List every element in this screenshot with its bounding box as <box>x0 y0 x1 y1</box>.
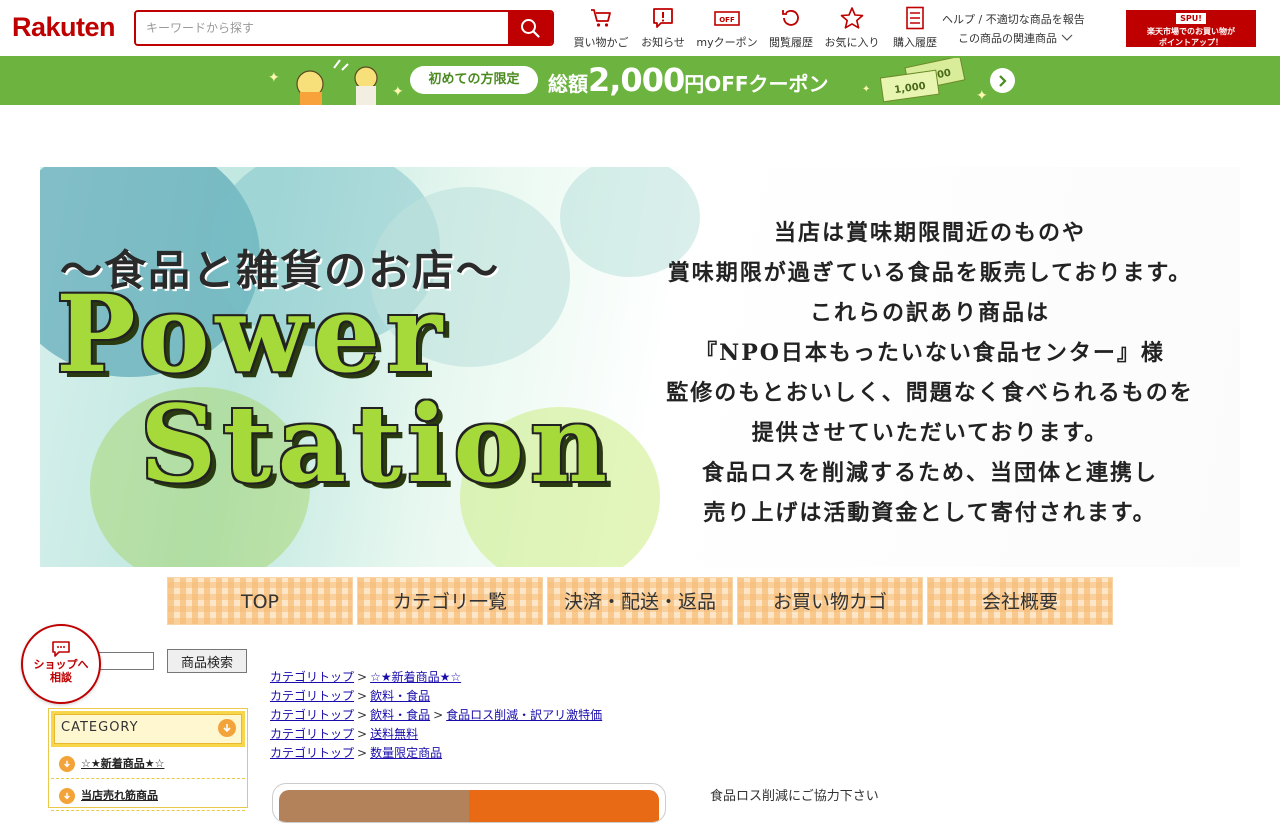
breadcrumbs: カテゴリトップ > ☆★新着商品★☆ カテゴリトップ > 飲料・食品 カテゴリトップ > 飲… <box>270 668 602 763</box>
breadcrumb: カテゴリトップ > 数量限定商品 <box>270 746 443 760</box>
help-links: ヘルプ / 不適切な商品を報告 この商品の関連商品 <box>942 10 1085 48</box>
banner-desc-line: これらの訳あり商品は <box>809 300 1050 326</box>
chat-label-line2: 相談 <box>50 671 72 684</box>
shop-nav-cart[interactable]: お買い物カゴ <box>737 577 923 625</box>
spu-line1: 楽天市場でのお買い物が <box>1147 27 1235 36</box>
banner-desc-line: 提供させていただいております。 <box>751 420 1109 446</box>
spu-line2: ポイントアップ！ <box>1159 38 1223 47</box>
coupon-banner[interactable]: ✦ ✦ ✦ ✦ 初めての方限定 総額2,000円OFFクーポン 1,000 1,… <box>0 56 1280 105</box>
notice-icon <box>653 8 673 28</box>
breadcrumb-link[interactable]: カテゴリトップ <box>270 746 354 760</box>
svg-text:OFF: OFF <box>719 16 735 24</box>
food-loss-note: 食品ロス削減にご協力下さい <box>710 789 879 804</box>
sparkle-icon: ✦ <box>268 70 280 86</box>
cart-icon <box>591 9 611 27</box>
nav-favorites-label: お気に入り <box>824 36 880 49</box>
category-title: CATEGORY <box>61 720 139 735</box>
nav-cart-label: 買い物かご <box>573 36 629 49</box>
category-item-bestseller[interactable]: 当店売れ筋商品 <box>51 781 245 811</box>
nav-notice[interactable]: お知らせ <box>628 6 698 50</box>
chevron-right-icon <box>998 74 1007 87</box>
spu-banner[interactable]: SPU! 楽天市場でのお買い物が ポイントアップ！ <box>1126 10 1256 47</box>
coupon-headline: 総額2,000円OFFクーポン <box>548 61 829 99</box>
shop-nav-top[interactable]: TOP <box>167 577 353 625</box>
nav-mycoupon[interactable]: OFF myクーポン <box>692 6 762 50</box>
shop-nav-company[interactable]: 会社概要 <box>927 577 1113 625</box>
mascot-illustration-icon <box>296 59 378 105</box>
shop-search-input[interactable] <box>98 652 154 670</box>
related-products-link[interactable]: この商品の関連商品 <box>942 29 1085 48</box>
search-icon <box>521 19 540 38</box>
help-link[interactable]: ヘルプ / 不適切な商品を報告 <box>942 10 1085 29</box>
down-arrow-icon <box>59 756 75 772</box>
coupon-next-button[interactable] <box>990 68 1015 93</box>
breadcrumb-link[interactable]: 数量限定商品 <box>370 746 442 760</box>
banner-desc-line: 監修のもとおいしく、問題なく食べられるものを <box>666 380 1194 406</box>
nav-cart[interactable]: 買い物かご <box>566 6 636 50</box>
breadcrumb-link[interactable]: カテゴリトップ <box>270 727 354 741</box>
chat-label-line1: ショップへ <box>33 658 89 671</box>
coupon-icon: OFF <box>714 11 740 26</box>
search-button[interactable] <box>508 12 552 44</box>
breadcrumb-link[interactable]: ☆★新着商品★☆ <box>370 670 461 684</box>
breadcrumb-link[interactable]: 飲料・食品 <box>370 708 430 722</box>
down-arrow-icon <box>218 719 236 737</box>
banner-desc-line: 売り上げは活動資金として寄付されます。 <box>703 500 1157 526</box>
nav-history[interactable]: 閲覧履歴 <box>756 6 826 50</box>
nav-purchase-history-label: 購入履歴 <box>893 36 937 49</box>
rakuten-logo[interactable]: Rakuten <box>12 12 116 43</box>
banner-brand-power: Power <box>56 271 449 396</box>
first-time-pill: 初めての方限定 <box>410 66 538 94</box>
down-arrow-icon <box>59 788 75 804</box>
nav-notice-label: お知らせ <box>641 36 685 49</box>
breadcrumb: カテゴリトップ > 飲料・食品 > 食品ロス削減・訳アリ激特価 <box>270 708 603 722</box>
banner-description: 当店は賞味期限間近のものや 賞味期限が過ぎている食品を販売しております。 これら… <box>650 213 1210 533</box>
chat-icon <box>52 641 70 657</box>
breadcrumb-link[interactable]: カテゴリトップ <box>270 708 354 722</box>
category-item-new[interactable]: ☆★新着商品★☆ <box>51 749 245 779</box>
breadcrumb: カテゴリトップ > 送料無料 <box>270 727 419 741</box>
sparkle-icon: ✦ <box>976 88 988 104</box>
breadcrumb: カテゴリトップ > ☆★新着商品★☆ <box>270 670 462 684</box>
search-bar <box>134 10 554 46</box>
breadcrumb-link[interactable]: 飲料・食品 <box>370 689 430 703</box>
shop-nav-payment-shipping[interactable]: 決済・配送・返品 <box>547 577 733 625</box>
breadcrumb: カテゴリトップ > 飲料・食品 <box>270 689 431 703</box>
shop-nav-category-list[interactable]: カテゴリ一覧 <box>357 577 543 625</box>
nav-purchase-history[interactable]: 購入履歴 <box>880 6 950 50</box>
breadcrumb-link[interactable]: 送料無料 <box>370 727 418 741</box>
purchase-history-icon <box>906 6 924 30</box>
history-icon <box>782 10 799 26</box>
breadcrumb-link[interactable]: 食品ロス削減・訳アリ激特価 <box>446 708 602 722</box>
category-box: CATEGORY ☆★新着商品★☆ 当店売れ筋商品 <box>48 708 248 811</box>
breadcrumb-link[interactable]: カテゴリトップ <box>270 670 354 684</box>
nav-mycoupon-label: myクーポン <box>696 36 758 49</box>
star-icon <box>840 7 864 29</box>
chevron-down-icon <box>1061 34 1072 41</box>
nav-favorites[interactable]: お気に入り <box>817 6 887 50</box>
spu-label: SPU! <box>1176 13 1206 24</box>
banner-desc-line: 『NPO日本もったいない食品センター』様 <box>695 340 1165 366</box>
banner-desc-line: 賞味期限が過ぎている食品を販売しております。 <box>667 260 1193 286</box>
banner-brand-station: Station <box>140 381 614 506</box>
nav-history-label: 閲覧履歴 <box>769 36 813 49</box>
shop-search-button[interactable]: 商品検索 <box>167 649 247 673</box>
banner-desc-line: 当店は賞味期限間近のものや <box>773 220 1086 246</box>
money-bills-icon: 1,000 1,000 <box>879 58 966 103</box>
product-image[interactable] <box>272 783 666 823</box>
shop-chat-button[interactable]: ショップへ 相談 <box>21 624 101 704</box>
search-input[interactable] <box>136 12 510 44</box>
global-header: Rakuten 買い物かご お知らせ OFF myクーポン 閲覧履歴 お気に入り… <box>0 0 1280 57</box>
shop-banner: ～食品と雑貨のお店～ Power Station 当店は賞味期限間近のものや 賞… <box>40 167 1240 567</box>
banner-desc-line: 食品ロスを削減するため、当団体と連携し <box>701 460 1158 486</box>
breadcrumb-link[interactable]: カテゴリトップ <box>270 689 354 703</box>
category-header: CATEGORY <box>51 711 245 747</box>
